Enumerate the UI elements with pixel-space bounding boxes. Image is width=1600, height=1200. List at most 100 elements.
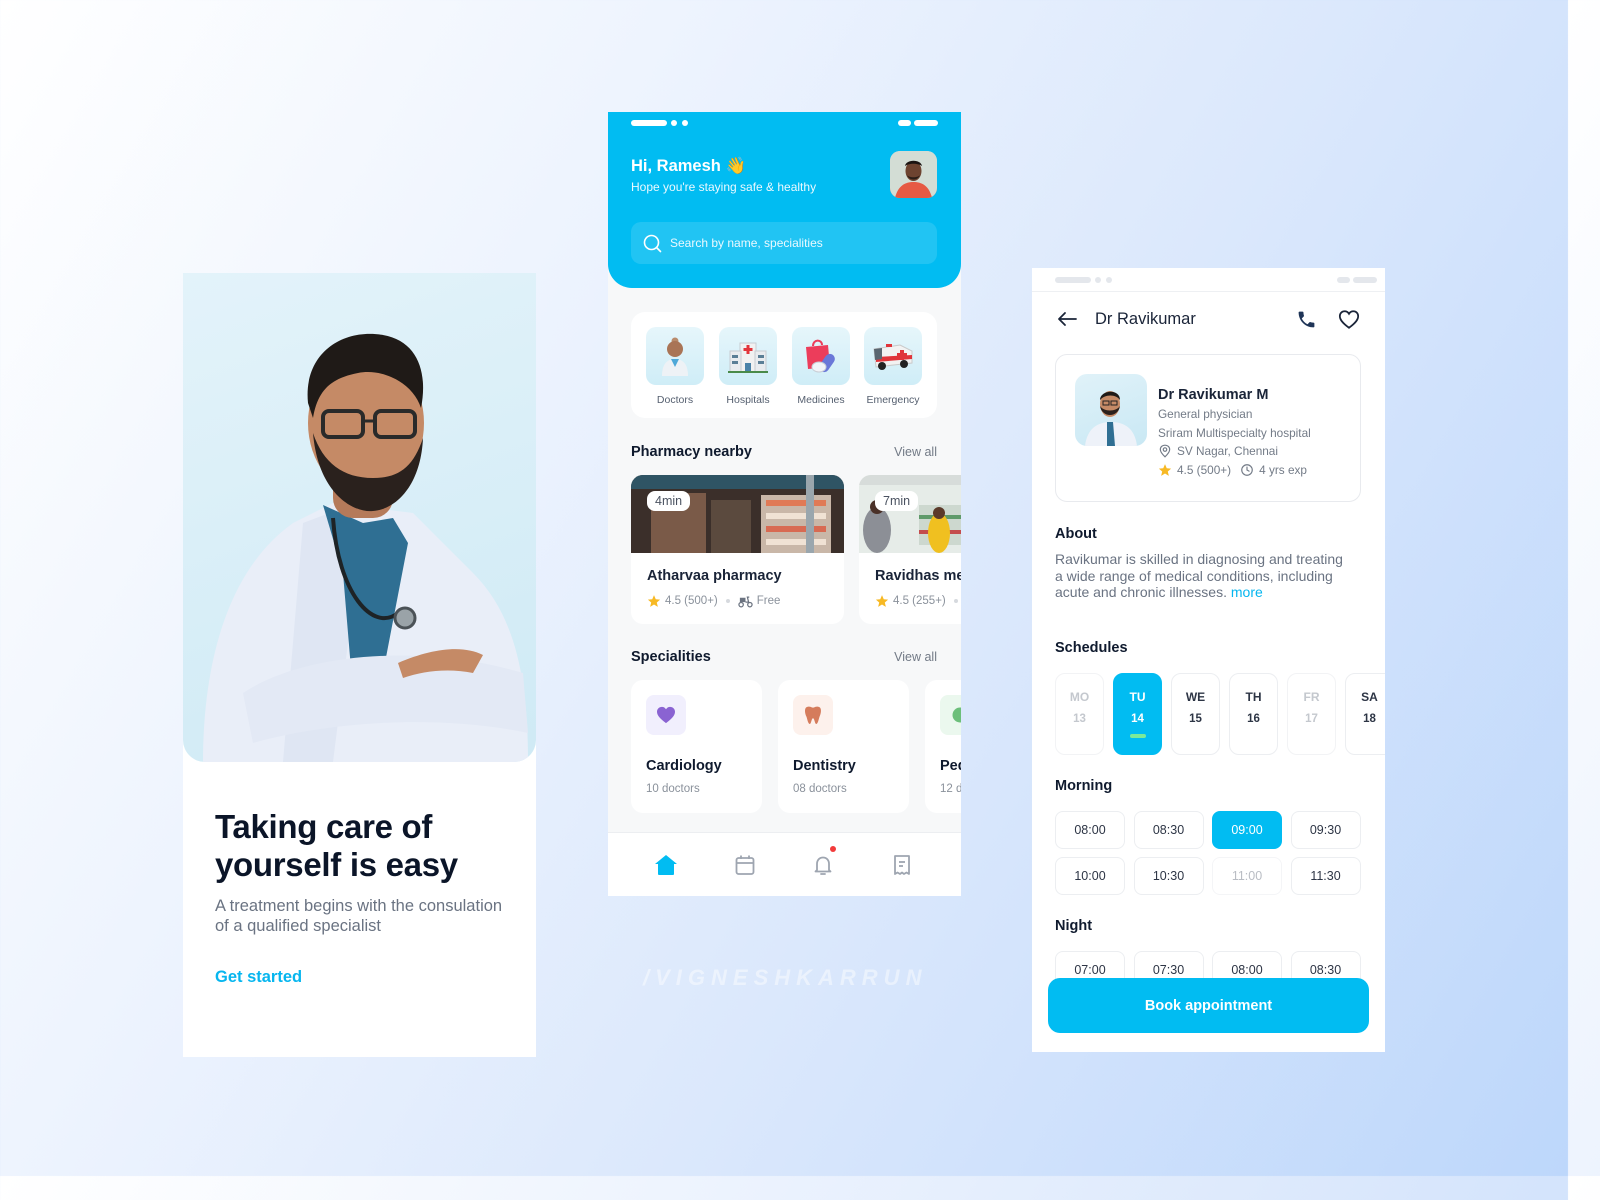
time-slot[interactable]: 11:30: [1290, 857, 1361, 895]
page-title: Dr Ravikumar: [1095, 310, 1196, 328]
pharmacy-photo: [631, 475, 844, 553]
ambulance-icon: [873, 344, 913, 370]
category-label: Doctors: [656, 394, 694, 406]
doctor-illustration: [203, 333, 528, 762]
category-label: Medicines: [797, 394, 845, 406]
speciality-doctor-count: 12 doctors: [940, 783, 961, 795]
pharmacy-card[interactable]: 7min Ravidhas medicals 4.5 (255+) Free: [859, 475, 961, 624]
status-dot: [682, 120, 688, 126]
day-date: 16: [1247, 713, 1260, 725]
time-slot: 11:00: [1212, 857, 1282, 895]
doctor-icon: [662, 337, 688, 376]
day-label: TU: [1129, 690, 1146, 704]
greeting-title: Hi, Ramesh 👋: [631, 157, 746, 175]
category-emergency[interactable]: Emergency: [864, 327, 922, 406]
status-pill: [914, 120, 938, 126]
pharmacy-rating: 4.5 (500+): [665, 595, 718, 607]
category-label: Emergency: [866, 394, 920, 406]
speciality-card-pediatrics[interactable]: Pediatrics 12 doctors: [925, 680, 961, 813]
pharmacy-name: Ravidhas medicals: [875, 568, 961, 584]
onboarding-headline: Taking care of yourself is easy: [215, 808, 458, 883]
about-more-link[interactable]: more: [1231, 584, 1263, 600]
status-bar: [631, 120, 938, 126]
day-option[interactable]: TH 16: [1229, 673, 1278, 755]
pharmacy-rating: 4.5 (255+): [893, 595, 946, 607]
search-placeholder: Search by name, specialities: [670, 236, 823, 250]
speciality-doctor-count: 08 doctors: [793, 783, 847, 795]
get-started-link[interactable]: Get started: [215, 968, 302, 987]
pharmacy-card[interactable]: 4min Atharvaa pharmacy 4.5 (500+) Free: [631, 475, 844, 624]
day-option[interactable]: TU 14: [1113, 673, 1162, 755]
user-photo-icon: [890, 151, 937, 198]
category-hospitals[interactable]: Hospitals: [719, 327, 777, 406]
status-dot: [1095, 277, 1101, 283]
doctor-stats: 4.5 (500+) 4 yrs exp: [1158, 463, 1307, 477]
doctor-location: SV Nagar, Chennai: [1158, 444, 1278, 458]
category-label: Hospitals: [726, 394, 770, 406]
eta-badge: 7min: [875, 491, 919, 511]
doctor-role: General physician: [1158, 407, 1253, 421]
eta-badge: 4min: [647, 491, 691, 511]
time-slot[interactable]: 10:30: [1133, 857, 1204, 895]
status-pill: [1353, 277, 1377, 283]
day-option[interactable]: WE 15: [1171, 673, 1220, 755]
phone-icon[interactable]: [1296, 309, 1317, 330]
pharmacy-meta: 4.5 (500+) Free: [647, 594, 780, 608]
about-heading: About: [1055, 526, 1097, 542]
time-slot[interactable]: 09:30: [1290, 811, 1361, 849]
book-appointment-button[interactable]: Book appointment: [1048, 978, 1369, 1033]
leaf-icon: [952, 707, 961, 723]
bottom-tab-bar: [608, 832, 961, 896]
star-icon: [875, 595, 889, 607]
day-label: MO: [1069, 690, 1090, 704]
tab-receipts[interactable]: [890, 853, 914, 877]
category-medicines[interactable]: Medicines: [792, 327, 850, 406]
search-icon: [643, 234, 662, 253]
status-dot: [1106, 277, 1112, 283]
speciality-doctor-count: 10 doctors: [646, 783, 700, 795]
time-slot[interactable]: 08:00: [1055, 811, 1125, 849]
about-text: Ravikumar is skilled in diagnosing and t…: [1055, 551, 1343, 601]
user-avatar[interactable]: [890, 151, 937, 198]
doctor-photo-icon: [1085, 391, 1137, 446]
home-screen: Hi, Ramesh 👋 Hope you're staying safe & …: [608, 112, 961, 896]
day-date: 18: [1363, 713, 1376, 725]
status-pill: [1337, 277, 1350, 283]
speciality-card-cardiology[interactable]: Cardiology 10 doctors: [631, 680, 762, 813]
receipt-icon: [894, 855, 910, 875]
specialities-view-all-link[interactable]: View all: [894, 650, 937, 664]
designer-watermark: /VIGNESHKARRUN: [643, 965, 928, 990]
day-label: FR: [1303, 690, 1320, 704]
location-pin-icon: [1159, 444, 1171, 458]
speciality-card-dentistry[interactable]: Dentistry 08 doctors: [778, 680, 909, 813]
back-arrow-icon[interactable]: [1057, 311, 1077, 327]
doctor-profile-card: Dr Ravikumar M General physician Sriram …: [1055, 354, 1361, 502]
tab-notifications[interactable]: [811, 846, 836, 877]
speciality-name: Pediatrics: [940, 758, 961, 774]
doctor-avatar: [1075, 374, 1147, 446]
time-slot[interactable]: 10:00: [1055, 857, 1125, 895]
day-date: 13: [1073, 713, 1086, 725]
onboarding-subtitle: A treatment begins with the consulation …: [215, 897, 503, 935]
day-option: MO 13: [1055, 673, 1104, 755]
tab-home[interactable]: [654, 853, 678, 877]
day-option[interactable]: SA 18: [1345, 673, 1385, 755]
medicine-icon: [806, 339, 835, 373]
separator-dot: [725, 599, 730, 603]
search-input[interactable]: Search by name, specialities: [631, 222, 937, 264]
tab-calendar[interactable]: [733, 853, 757, 877]
status-bar: [1032, 268, 1385, 292]
pharmacy-meta: 4.5 (255+) Free: [875, 594, 961, 608]
day-date: 15: [1189, 713, 1202, 725]
speciality-name: Cardiology: [646, 758, 722, 774]
pharmacy-view-all-link[interactable]: View all: [894, 445, 937, 459]
star-icon: [647, 595, 661, 607]
pharmacy-photo: [859, 475, 961, 553]
time-slot[interactable]: 09:00: [1212, 811, 1282, 849]
favorite-heart-icon[interactable]: [1338, 309, 1360, 330]
time-slot[interactable]: 08:30: [1133, 811, 1204, 849]
doctor-experience: 4 yrs exp: [1259, 463, 1307, 477]
notification-badge: [830, 846, 836, 852]
category-doctors[interactable]: Doctors: [646, 327, 704, 406]
doctor-hospital: Sriram Multispecialty hospital: [1158, 426, 1311, 440]
